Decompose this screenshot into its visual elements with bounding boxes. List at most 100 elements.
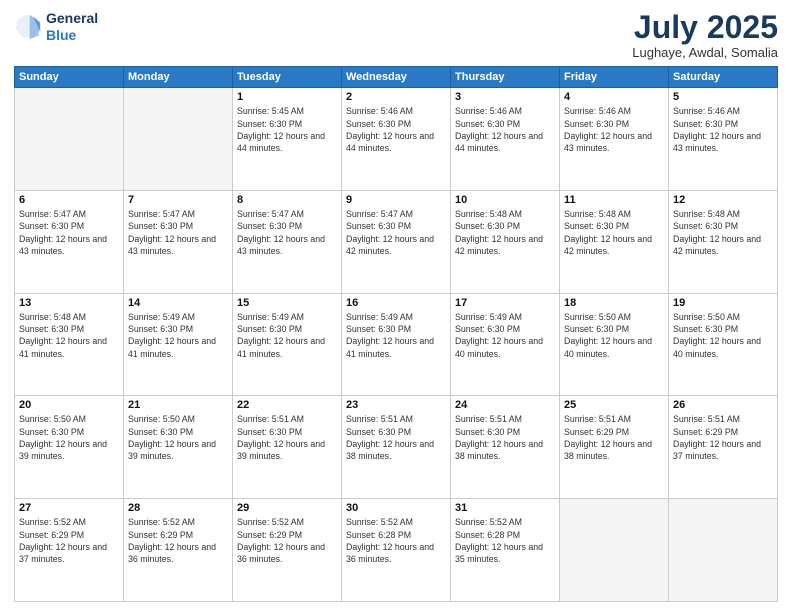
day-cell [560, 499, 669, 602]
day-cell: 25 Sunrise: 5:51 AM Sunset: 6:29 PM Dayli… [560, 396, 669, 499]
day-header-friday: Friday [560, 67, 669, 88]
day-cell: 7 Sunrise: 5:47 AM Sunset: 6:30 PM Daylig… [124, 190, 233, 293]
day-info: Sunrise: 5:51 AM Sunset: 6:30 PM Dayligh… [237, 413, 337, 462]
location: Lughaye, Awdal, Somalia [632, 45, 778, 60]
day-info: Sunrise: 5:50 AM Sunset: 6:30 PM Dayligh… [19, 413, 119, 462]
day-info: Sunrise: 5:49 AM Sunset: 6:30 PM Dayligh… [237, 311, 337, 360]
day-cell: 20 Sunrise: 5:50 AM Sunset: 6:30 PM Dayli… [15, 396, 124, 499]
day-cell: 22 Sunrise: 5:51 AM Sunset: 6:30 PM Dayli… [233, 396, 342, 499]
day-info: Sunrise: 5:46 AM Sunset: 6:30 PM Dayligh… [455, 105, 555, 154]
day-number: 26 [673, 399, 773, 411]
day-info: Sunrise: 5:47 AM Sunset: 6:30 PM Dayligh… [128, 208, 228, 257]
day-cell: 21 Sunrise: 5:50 AM Sunset: 6:30 PM Dayli… [124, 396, 233, 499]
day-number: 27 [19, 502, 119, 514]
day-number: 10 [455, 194, 555, 206]
day-info: Sunrise: 5:51 AM Sunset: 6:30 PM Dayligh… [455, 413, 555, 462]
logo-text: General Blue [46, 10, 98, 44]
day-cell: 29Sunrise: 5:52 AM Sunset: 6:29 PM Dayli… [233, 499, 342, 602]
day-info: Sunrise: 5:52 AM Sunset: 6:29 PM Dayligh… [128, 516, 228, 565]
day-cell: 18 Sunrise: 5:50 AM Sunset: 6:30 PM Dayli… [560, 293, 669, 396]
calendar-header-row: SundayMondayTuesdayWednesdayThursdayFrid… [15, 67, 778, 88]
day-info: Sunrise: 5:46 AM Sunset: 6:30 PM Dayligh… [346, 105, 446, 154]
day-info: Sunrise: 5:47 AM Sunset: 6:30 PM Dayligh… [346, 208, 446, 257]
day-number: 6 [19, 194, 119, 206]
day-info: Sunrise: 5:50 AM Sunset: 6:30 PM Dayligh… [673, 311, 773, 360]
day-cell: 5Sunrise: 5:46 AM Sunset: 6:30 PM Daylig… [669, 88, 778, 191]
day-info: Sunrise: 5:49 AM Sunset: 6:30 PM Dayligh… [455, 311, 555, 360]
day-number: 14 [128, 297, 228, 309]
day-info: Sunrise: 5:52 AM Sunset: 6:29 PM Dayligh… [237, 516, 337, 565]
day-number: 5 [673, 91, 773, 103]
day-info: Sunrise: 5:48 AM Sunset: 6:30 PM Dayligh… [673, 208, 773, 257]
day-cell: 27 Sunrise: 5:52 AM Sunset: 6:29 PM Dayli… [15, 499, 124, 602]
day-cell: 28Sunrise: 5:52 AM Sunset: 6:29 PM Dayli… [124, 499, 233, 602]
day-header-wednesday: Wednesday [342, 67, 451, 88]
day-number: 11 [564, 194, 664, 206]
day-header-thursday: Thursday [451, 67, 560, 88]
day-number: 20 [19, 399, 119, 411]
day-number: 30 [346, 502, 446, 514]
day-cell: 9 Sunrise: 5:47 AM Sunset: 6:30 PM Daylig… [342, 190, 451, 293]
day-cell: 24Sunrise: 5:51 AM Sunset: 6:30 PM Dayli… [451, 396, 560, 499]
logo: General Blue [14, 10, 98, 44]
day-cell: 13Sunrise: 5:48 AM Sunset: 6:30 PM Dayli… [15, 293, 124, 396]
day-number: 15 [237, 297, 337, 309]
day-cell: 26 Sunrise: 5:51 AM Sunset: 6:29 PM Dayli… [669, 396, 778, 499]
week-row-3: 13Sunrise: 5:48 AM Sunset: 6:30 PM Dayli… [15, 293, 778, 396]
day-info: Sunrise: 5:48 AM Sunset: 6:30 PM Dayligh… [19, 311, 119, 360]
day-number: 21 [128, 399, 228, 411]
day-number: 19 [673, 297, 773, 309]
day-number: 12 [673, 194, 773, 206]
day-cell [669, 499, 778, 602]
day-number: 18 [564, 297, 664, 309]
day-info: Sunrise: 5:47 AM Sunset: 6:30 PM Dayligh… [237, 208, 337, 257]
day-info: Sunrise: 5:51 AM Sunset: 6:29 PM Dayligh… [673, 413, 773, 462]
day-header-monday: Monday [124, 67, 233, 88]
day-info: Sunrise: 5:52 AM Sunset: 6:28 PM Dayligh… [346, 516, 446, 565]
day-info: Sunrise: 5:50 AM Sunset: 6:30 PM Dayligh… [564, 311, 664, 360]
day-cell: 6 Sunrise: 5:47 AM Sunset: 6:30 PM Daylig… [15, 190, 124, 293]
header: General Blue July 2025 Lughaye, Awdal, S… [14, 10, 778, 60]
day-number: 22 [237, 399, 337, 411]
day-number: 7 [128, 194, 228, 206]
calendar: SundayMondayTuesdayWednesdayThursdayFrid… [14, 66, 778, 602]
week-row-1: 1Sunrise: 5:45 AM Sunset: 6:30 PM Daylig… [15, 88, 778, 191]
day-cell: 10 Sunrise: 5:48 AM Sunset: 6:30 PM Dayli… [451, 190, 560, 293]
week-row-2: 6 Sunrise: 5:47 AM Sunset: 6:30 PM Daylig… [15, 190, 778, 293]
day-info: Sunrise: 5:50 AM Sunset: 6:30 PM Dayligh… [128, 413, 228, 462]
day-number: 4 [564, 91, 664, 103]
month-title: July 2025 [632, 10, 778, 45]
day-info: Sunrise: 5:47 AM Sunset: 6:30 PM Dayligh… [19, 208, 119, 257]
day-cell: 16Sunrise: 5:49 AM Sunset: 6:30 PM Dayli… [342, 293, 451, 396]
day-info: Sunrise: 5:48 AM Sunset: 6:30 PM Dayligh… [564, 208, 664, 257]
day-number: 17 [455, 297, 555, 309]
day-number: 3 [455, 91, 555, 103]
day-cell [15, 88, 124, 191]
day-cell: 4 Sunrise: 5:46 AM Sunset: 6:30 PM Daylig… [560, 88, 669, 191]
day-info: Sunrise: 5:51 AM Sunset: 6:30 PM Dayligh… [346, 413, 446, 462]
day-number: 8 [237, 194, 337, 206]
day-number: 25 [564, 399, 664, 411]
day-cell: 17 Sunrise: 5:49 AM Sunset: 6:30 PM Dayli… [451, 293, 560, 396]
day-info: Sunrise: 5:51 AM Sunset: 6:29 PM Dayligh… [564, 413, 664, 462]
day-info: Sunrise: 5:49 AM Sunset: 6:30 PM Dayligh… [128, 311, 228, 360]
week-row-4: 20 Sunrise: 5:50 AM Sunset: 6:30 PM Dayli… [15, 396, 778, 499]
day-number: 2 [346, 91, 446, 103]
day-cell: 8 Sunrise: 5:47 AM Sunset: 6:30 PM Daylig… [233, 190, 342, 293]
day-header-sunday: Sunday [15, 67, 124, 88]
day-info: Sunrise: 5:52 AM Sunset: 6:28 PM Dayligh… [455, 516, 555, 565]
day-number: 9 [346, 194, 446, 206]
day-info: Sunrise: 5:46 AM Sunset: 6:30 PM Dayligh… [564, 105, 664, 154]
day-info: Sunrise: 5:52 AM Sunset: 6:29 PM Dayligh… [19, 516, 119, 565]
day-number: 31 [455, 502, 555, 514]
day-info: Sunrise: 5:48 AM Sunset: 6:30 PM Dayligh… [455, 208, 555, 257]
day-number: 1 [237, 91, 337, 103]
day-cell: 11 Sunrise: 5:48 AM Sunset: 6:30 PM Dayli… [560, 190, 669, 293]
week-row-5: 27 Sunrise: 5:52 AM Sunset: 6:29 PM Dayli… [15, 499, 778, 602]
day-header-saturday: Saturday [669, 67, 778, 88]
day-cell: 14 Sunrise: 5:49 AM Sunset: 6:30 PM Dayli… [124, 293, 233, 396]
title-block: July 2025 Lughaye, Awdal, Somalia [632, 10, 778, 60]
day-cell: 15 Sunrise: 5:49 AM Sunset: 6:30 PM Dayli… [233, 293, 342, 396]
day-cell: 31 Sunrise: 5:52 AM Sunset: 6:28 PM Dayli… [451, 499, 560, 602]
logo-icon [14, 13, 42, 41]
